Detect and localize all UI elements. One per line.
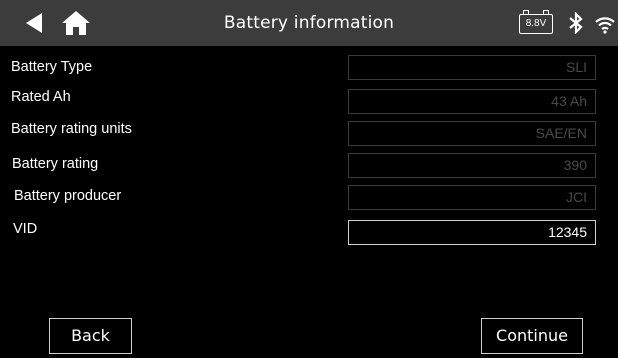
back-button[interactable]: Back xyxy=(49,318,132,354)
battery-rating-units-field: SAE/EN xyxy=(348,121,596,146)
field-label: Battery producer xyxy=(14,188,122,204)
rated-ah-field: 43 Ah xyxy=(348,89,596,114)
field-label: Battery Type xyxy=(11,59,93,75)
field-row-vid: VID 12345 xyxy=(0,212,618,246)
battery-voltage: 8.8V xyxy=(525,18,547,29)
field-row-battery-rating: Battery rating 390 xyxy=(0,148,618,182)
field-label: Battery rating xyxy=(12,156,99,172)
battery-type-field: SLI xyxy=(348,55,596,80)
battery-info-form: Battery Type SLI Rated Ah 43 Ah Battery … xyxy=(0,46,618,358)
field-row-rated-ah: Rated Ah 43 Ah xyxy=(0,84,618,118)
field-row-battery-producer: Battery producer JCI xyxy=(0,180,618,214)
field-label: Rated Ah xyxy=(11,89,71,105)
battery-rating-field: 390 xyxy=(348,153,596,178)
continue-button[interactable]: Continue xyxy=(481,318,583,354)
vid-input[interactable]: 12345 xyxy=(348,220,596,245)
bluetooth-icon xyxy=(569,12,583,34)
field-label: VID xyxy=(13,221,38,237)
battery-icon: 8.8V xyxy=(519,10,555,36)
field-row-battery-rating-units: Battery rating units SAE/EN xyxy=(0,116,618,150)
battery-producer-field: JCI xyxy=(348,185,596,210)
header-bar: Battery information 8.8V xyxy=(0,0,618,46)
field-row-battery-type: Battery Type SLI xyxy=(0,54,618,88)
app-window: Battery information 8.8V Battery Type SL… xyxy=(0,0,618,358)
wifi-icon xyxy=(595,17,615,34)
field-label: Battery rating units xyxy=(11,121,132,137)
